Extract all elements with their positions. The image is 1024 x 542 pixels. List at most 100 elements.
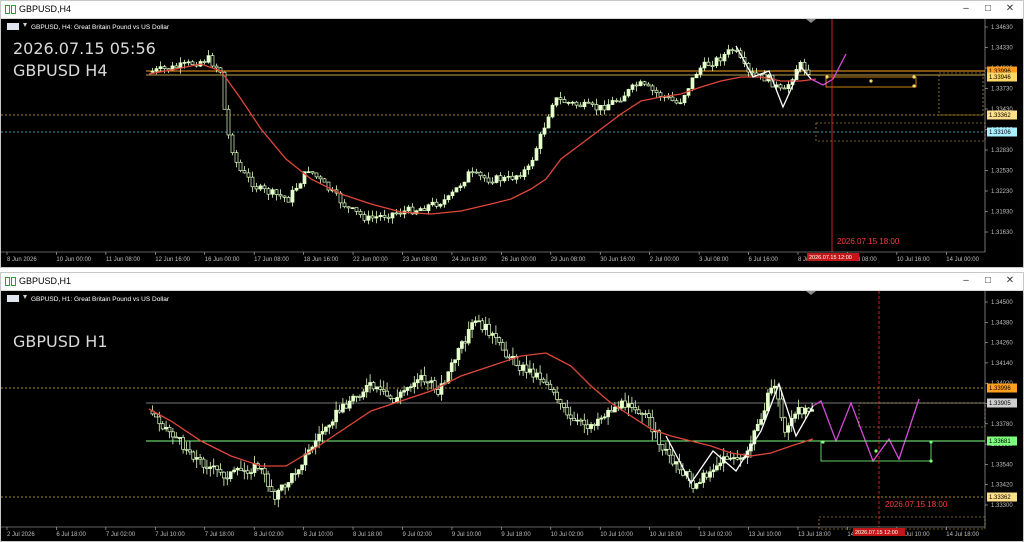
time-axis-label: 26 Jun 00:00: [501, 257, 536, 263]
time-axis-label: 10 Jul 16:00: [897, 257, 930, 263]
maximize-button[interactable]: □: [977, 2, 999, 16]
candle: [545, 381, 549, 385]
close-button[interactable]: ✕: [999, 274, 1021, 288]
maximize-button[interactable]: □: [977, 274, 999, 288]
candle: [242, 469, 247, 472]
candle: [694, 483, 699, 489]
candle: [228, 471, 233, 480]
price-tag-label: 1.33996: [989, 386, 1011, 392]
dropdown-arrow-icon[interactable]: [23, 23, 27, 27]
candle: [497, 337, 502, 343]
time-axis-label: 13 Jul 02:00: [699, 532, 732, 538]
candle: [426, 204, 431, 212]
title-bar[interactable]: GBPUSD,H1 – □ ✕: [1, 273, 1023, 291]
flag-icon: [7, 295, 19, 302]
candle: [714, 57, 719, 67]
candle: [208, 466, 213, 469]
candle: [269, 486, 274, 492]
candle: [368, 382, 372, 386]
candle: [378, 386, 383, 390]
overlay-time: 2026.07.15 05:56: [13, 39, 156, 58]
close-button[interactable]: ✕: [999, 2, 1021, 16]
candle: [766, 392, 770, 412]
dotted-zone: [858, 402, 986, 428]
title-bar[interactable]: GBPUSD,H4 – □ ✕: [1, 1, 1023, 19]
candle: [638, 81, 643, 87]
candle: [630, 84, 635, 90]
candle: [250, 176, 255, 188]
candle: [422, 208, 427, 212]
h4-chart[interactable]: GBPUSD, H4: Great Britain Pound vs US Do…: [1, 19, 1023, 267]
candle: [282, 195, 287, 198]
candle: [636, 409, 641, 414]
candle: [370, 215, 375, 219]
candle: [579, 419, 583, 422]
price-tag-label: 1.33362: [989, 113, 1011, 119]
candle: [171, 431, 175, 438]
price-axis-label: 1.32530: [991, 169, 1013, 175]
chart-plot-area[interactable]: GBPUSD, H1: Great Britain Pound vs US Do…: [1, 291, 1023, 541]
candle: [793, 413, 797, 419]
candle: [222, 471, 226, 479]
candle: [215, 465, 219, 470]
chart-window-icon: [5, 5, 16, 14]
chart-window-h1[interactable]: GBPUSD,H1 – □ ✕ GBPUSD, H1: Great Britai…: [0, 272, 1024, 542]
candle: [524, 364, 529, 373]
h1-chart[interactable]: GBPUSD, H1: Great Britain Pound vs US Do…: [1, 291, 1023, 541]
minimize-button[interactable]: –: [955, 2, 977, 16]
price-axis-label: 1.34140: [991, 361, 1013, 367]
candle: [252, 463, 257, 473]
candle: [585, 424, 590, 429]
chart-plot-area[interactable]: GBPUSD, H4: Great Britain Pound vs US Do…: [1, 19, 1023, 267]
candle: [548, 383, 553, 390]
candle: [361, 391, 366, 398]
candle: [622, 95, 627, 102]
candle: [430, 201, 435, 206]
candle: [711, 469, 716, 473]
candle: [480, 320, 485, 331]
candle: [678, 102, 683, 105]
candle: [596, 418, 600, 426]
time-axis-label: 2 Jul 2026: [7, 532, 35, 538]
candle: [640, 413, 644, 415]
candle: [362, 214, 367, 221]
chart-shift-icon[interactable]: [806, 19, 816, 23]
candle: [278, 194, 283, 197]
candle: [273, 491, 277, 500]
time-axis-label: 18 Jun 16:00: [304, 257, 339, 263]
candle: [606, 104, 611, 111]
candle: [670, 96, 675, 102]
candle: [494, 333, 498, 339]
candle: [458, 185, 463, 188]
candle: [350, 207, 355, 210]
candle: [486, 177, 491, 183]
candle: [778, 84, 783, 89]
dropdown-arrow-icon[interactable]: [23, 295, 27, 299]
candle: [466, 329, 471, 344]
time-axis-label: 7 Jul 10:00: [155, 532, 185, 538]
candle: [354, 207, 359, 212]
candle: [690, 77, 695, 89]
candle: [521, 364, 525, 371]
candle: [415, 379, 420, 384]
candle: [322, 178, 327, 183]
candle: [546, 116, 551, 129]
price-axis-label: 1.33540: [991, 462, 1013, 468]
chart-window-h4[interactable]: GBPUSD,H4 – □ ✕ GBPUSD, H4: Great Britai…: [0, 0, 1024, 268]
candle: [398, 212, 403, 215]
window-title: GBPUSD,H4: [19, 4, 72, 14]
candle: [218, 469, 223, 473]
candle: [412, 382, 417, 387]
time-axis-label: 29 Jun 08:00: [551, 257, 586, 263]
candle: [358, 211, 363, 215]
candle: [234, 152, 239, 163]
candle: [526, 165, 531, 171]
candle: [462, 181, 467, 187]
minimize-button[interactable]: –: [955, 274, 977, 288]
chart-shift-icon[interactable]: [806, 291, 816, 295]
price-axis-label: 1.31930: [991, 210, 1013, 216]
candle: [478, 171, 483, 177]
candle: [154, 68, 159, 72]
candle: [202, 61, 207, 63]
candle: [341, 403, 345, 413]
